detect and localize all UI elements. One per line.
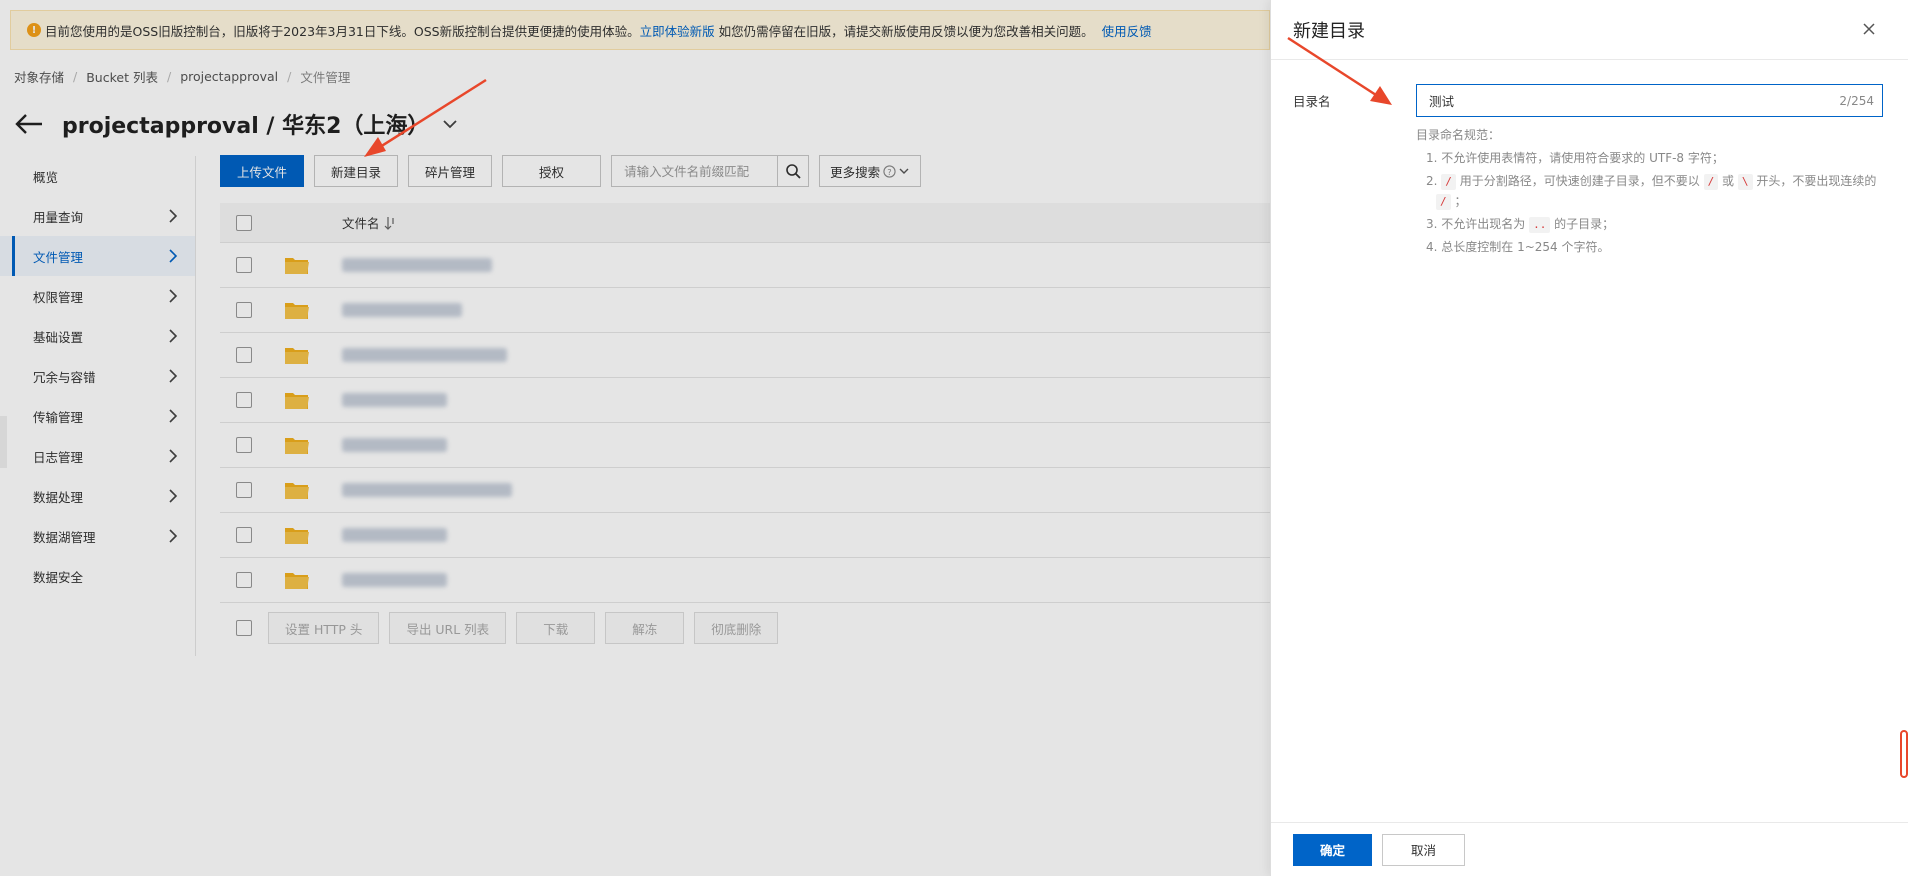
directory-name-label: 目录名 — [1293, 94, 1331, 109]
rules-title: 目录命名规范： — [1416, 128, 1501, 142]
rule-item: 4. 总长度控制在 1~254 个字符。 — [1426, 240, 1610, 254]
rule-item: 1. 不允许使用表情符，请使用符合要求的 UTF-8 字符； — [1426, 151, 1724, 165]
directory-name-field[interactable]: 2/254 — [1416, 84, 1883, 117]
side-collapse-handle[interactable] — [0, 416, 7, 468]
rule-item: 3. 不允许出现名为 .. 的子目录； — [1426, 217, 1615, 233]
new-directory-drawer: 新建目录 目录名 2/254 目录命名规范： 1. 不允许使用表情符，请使用符合… — [1270, 0, 1908, 876]
confirm-button[interactable]: 确定 — [1293, 833, 1373, 866]
close-icon[interactable] — [1860, 20, 1878, 38]
drawer-header: 新建目录 — [1271, 0, 1908, 60]
rule-item: 2. / 用于分割路径，可快速创建子目录，但不要以 / 或 \ 开头，不要出现连… — [1426, 174, 1877, 210]
drawer-footer: 确定 取消 — [1271, 822, 1908, 876]
modal-overlay[interactable] — [0, 0, 1270, 876]
drawer-title: 新建目录 — [1293, 20, 1365, 42]
directory-name-input[interactable] — [1417, 85, 1840, 116]
char-counter: 2/254 — [1839, 93, 1874, 108]
scrollbar-thumb[interactable] — [1900, 730, 1908, 778]
naming-rules: 目录命名规范： 1. 不允许使用表情符，请使用符合要求的 UTF-8 字符； 2… — [1416, 126, 1886, 260]
cancel-button[interactable]: 取消 — [1382, 833, 1466, 866]
